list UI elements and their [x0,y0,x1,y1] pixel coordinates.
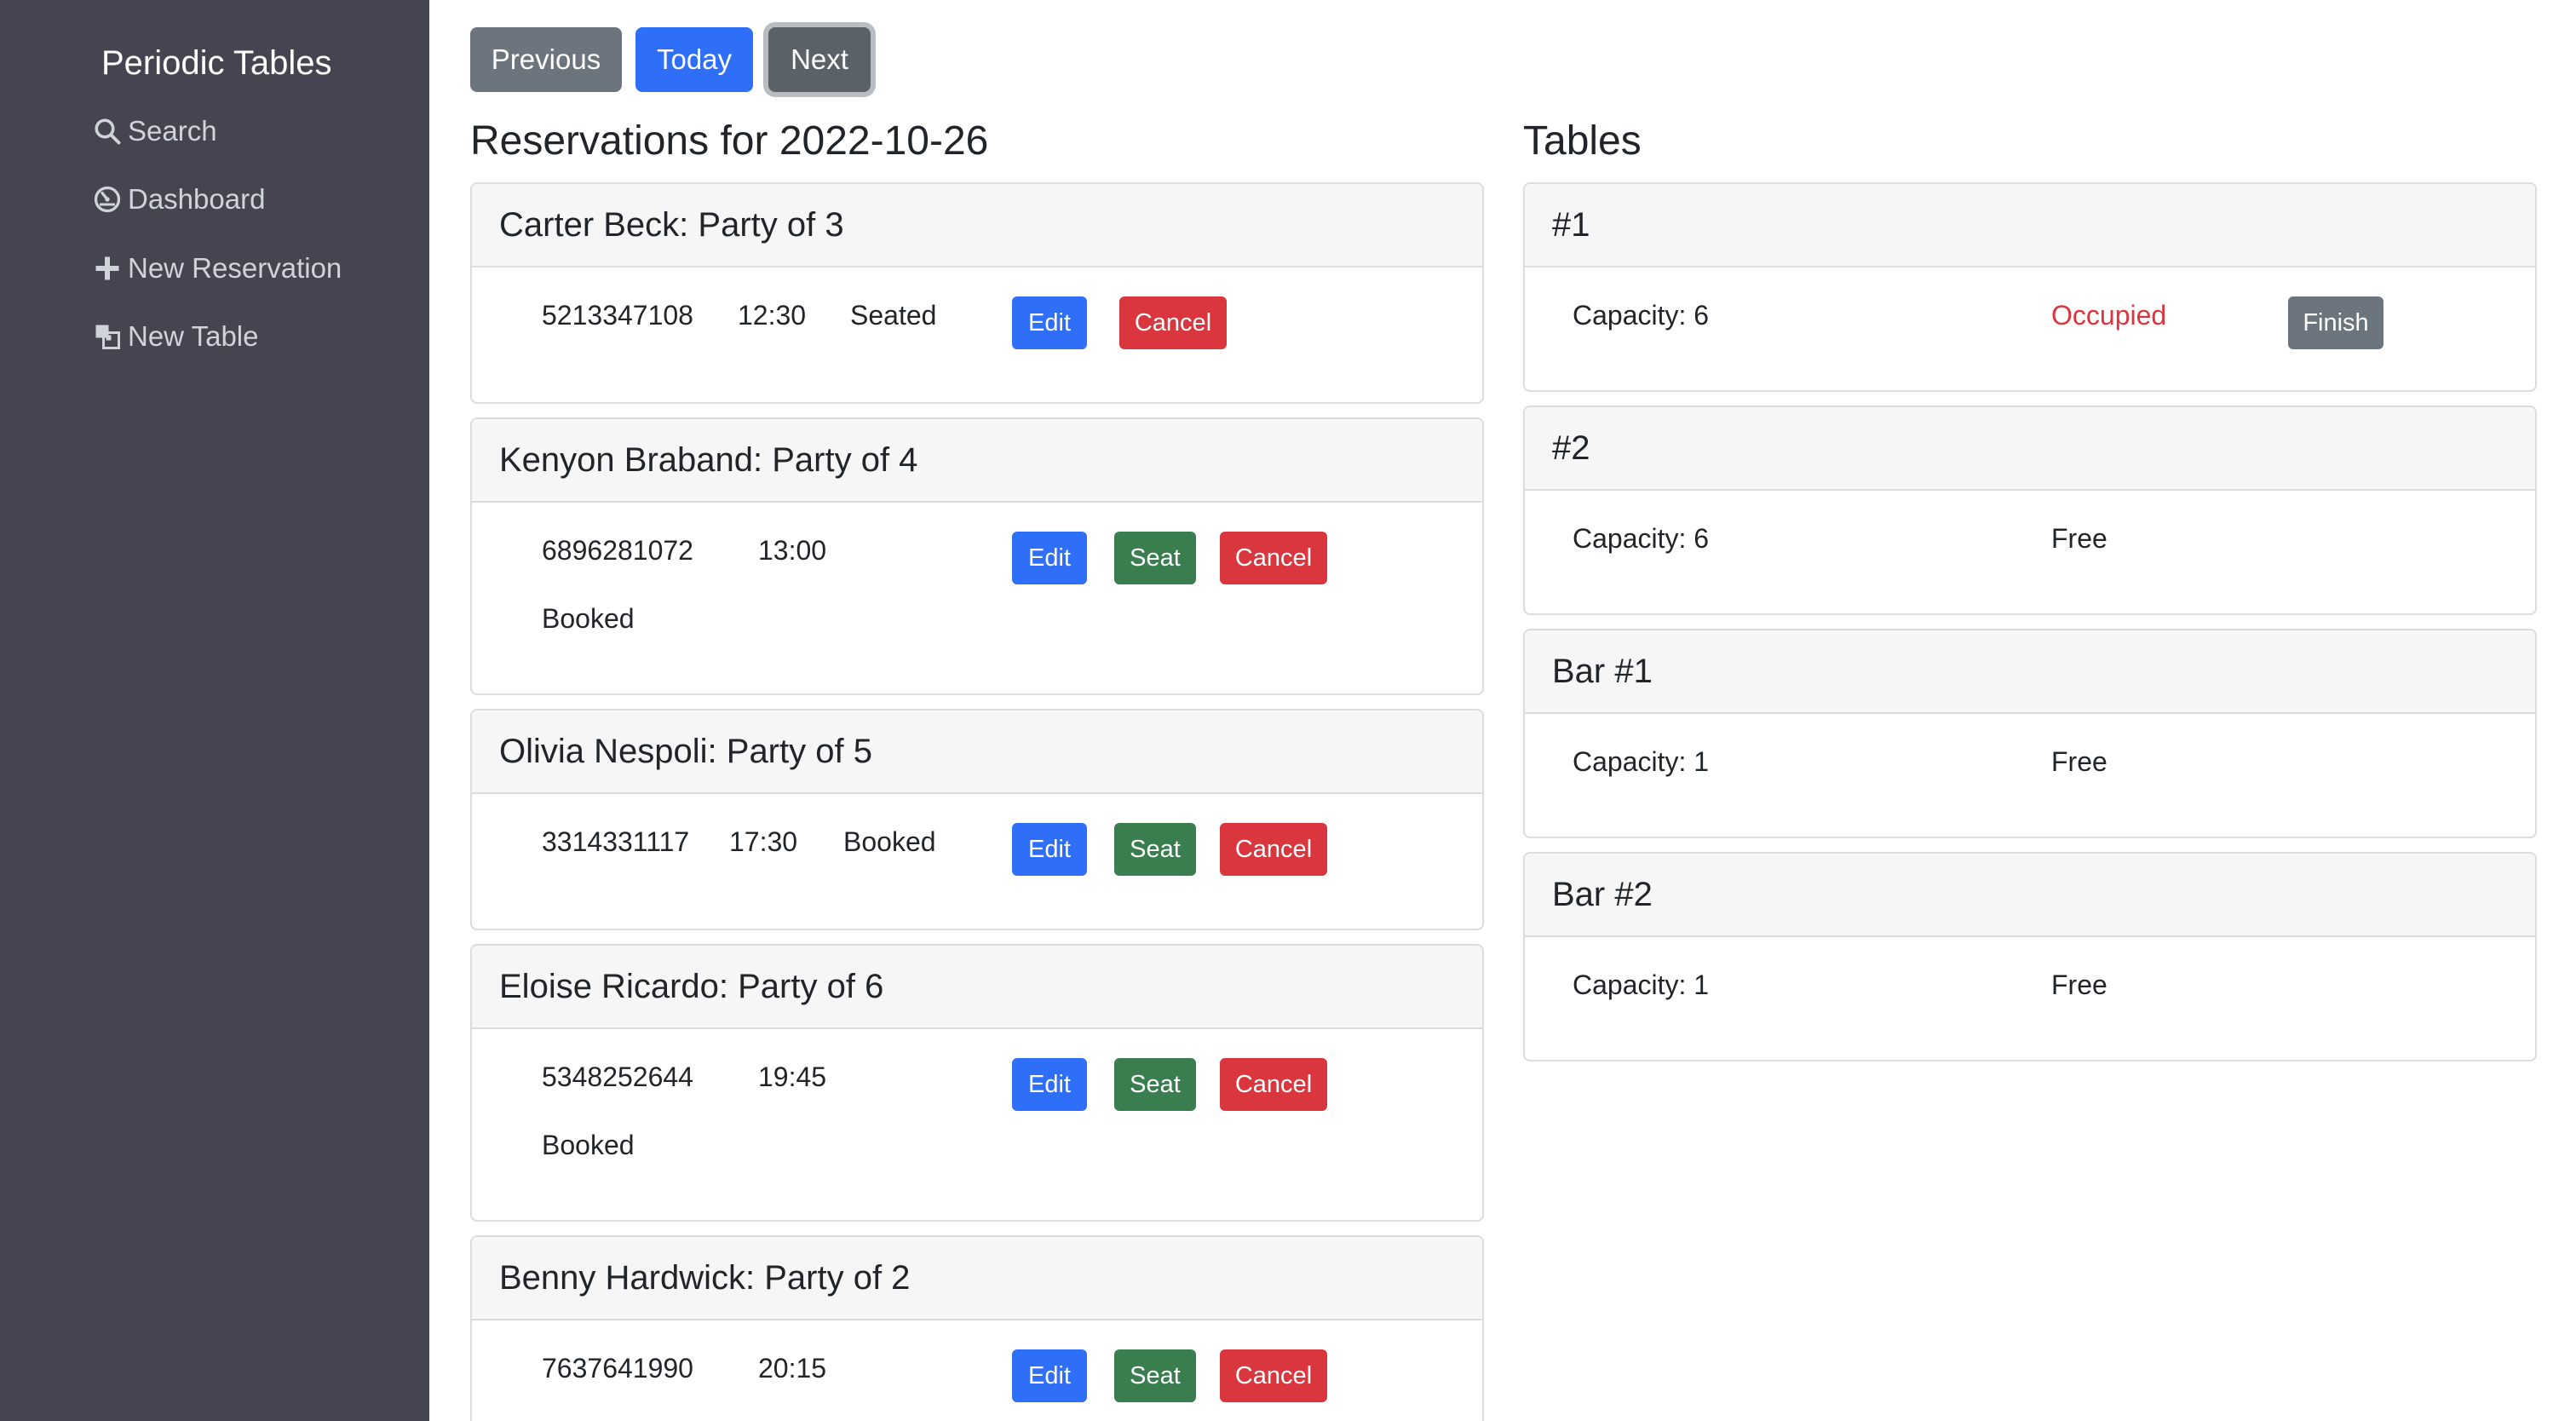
reservation-phone: 7637641990 [542,1353,693,1384]
table-capacity: Capacity: 6 [1573,523,1710,554]
reservation-card: Eloise Ricardo: Party of 6 5348252644 19… [470,944,1484,1222]
edit-button[interactable]: Edit [1012,823,1087,876]
cancel-button[interactable]: Cancel [1220,1349,1327,1402]
reservation-phone: 5348252644 [542,1061,693,1092]
today-button[interactable]: Today [635,27,753,92]
edit-button[interactable]: Edit [1012,1058,1087,1111]
tables-title: Tables [1523,118,1642,164]
seat-button[interactable]: Seat [1114,1058,1196,1111]
search-icon [92,116,123,147]
seat-button[interactable]: Seat [1114,532,1196,584]
reservation-card: Kenyon Braband: Party of 4 6896281072 13… [470,417,1484,695]
table-name: Bar #1 [1525,630,2535,714]
seat-button[interactable]: Seat [1114,823,1196,876]
cancel-button[interactable]: Cancel [1220,823,1327,876]
finish-button[interactable]: Finish [2288,296,2383,349]
brand-title[interactable]: Periodic Tables [101,41,332,85]
reservation-time: 13:00 [758,535,827,566]
table-status: Free [2051,746,2107,777]
next-button[interactable]: Next [768,27,871,92]
table-capacity: Capacity: 1 [1573,969,1710,1000]
reservation-header: Eloise Ricardo: Party of 6 [472,946,1482,1029]
reservation-card: Benny Hardwick: Party of 2 7637641990 20… [470,1235,1484,1421]
table-card: #1 Capacity: 6 Occupied Finish [1523,182,2537,392]
sidebar-item-new-table[interactable]: New Table [92,314,258,359]
reservation-phone: 3314331117 [542,826,690,857]
reservation-time: 12:30 [738,300,807,331]
table-card: #2 Capacity: 6 Free [1523,406,2537,615]
sidebar-item-label: New Reservation [128,252,342,284]
reservation-card: Carter Beck: Party of 3 5213347108 12:30… [470,182,1484,404]
table-capacity: Capacity: 6 [1573,300,1710,331]
reservation-header: Carter Beck: Party of 3 [472,184,1482,268]
previous-button[interactable]: Previous [470,27,622,92]
sidebar-item-search[interactable]: Search [92,109,217,153]
cancel-button[interactable]: Cancel [1119,296,1227,349]
table-status: Free [2051,969,2107,1000]
plus-icon [92,253,123,284]
reservation-status: Booked [542,603,635,634]
cancel-button[interactable]: Cancel [1220,532,1327,584]
reservation-phone: 6896281072 [542,535,693,566]
edit-button[interactable]: Edit [1012,296,1087,349]
reservation-time: 20:15 [758,1353,827,1384]
reservation-status: Booked [843,826,936,857]
table-status: Occupied [2051,300,2167,331]
reservations-title: Reservations for 2022-10-26 [470,118,989,164]
table-name: #1 [1525,184,2535,268]
cancel-button[interactable]: Cancel [1220,1058,1327,1111]
sidebar-item-label: New Table [128,320,259,352]
reservation-header: Kenyon Braband: Party of 4 [472,419,1482,503]
edit-button[interactable]: Edit [1012,532,1087,584]
reservation-status: Booked [542,1130,635,1160]
reservation-card: Olivia Nespoli: Party of 5 3314331117 17… [470,709,1484,930]
reservation-status: Seated [850,300,937,331]
reservation-header: Benny Hardwick: Party of 2 [472,1237,1482,1320]
table-status: Free [2051,523,2107,554]
table-card: Bar #1 Capacity: 1 Free [1523,629,2537,838]
table-icon [92,321,123,352]
seat-button[interactable]: Seat [1114,1349,1196,1402]
table-name: #2 [1525,407,2535,491]
sidebar-item-dashboard[interactable]: Dashboard [92,177,265,221]
edit-button[interactable]: Edit [1012,1349,1087,1402]
dashboard-icon [92,184,123,215]
reservation-header: Olivia Nespoli: Party of 5 [472,710,1482,794]
sidebar-item-new-reservation[interactable]: New Reservation [92,246,342,291]
sidebar-item-label: Search [128,115,217,147]
reservation-time: 17:30 [729,826,798,857]
table-card: Bar #2 Capacity: 1 Free [1523,852,2537,1061]
table-capacity: Capacity: 1 [1573,746,1710,777]
sidebar-item-label: Dashboard [128,183,266,215]
table-name: Bar #2 [1525,854,2535,937]
reservation-phone: 5213347108 [542,300,693,331]
reservation-time: 19:45 [758,1061,827,1092]
sidebar: Periodic Tables Search Dashboard New Res… [0,0,429,1421]
